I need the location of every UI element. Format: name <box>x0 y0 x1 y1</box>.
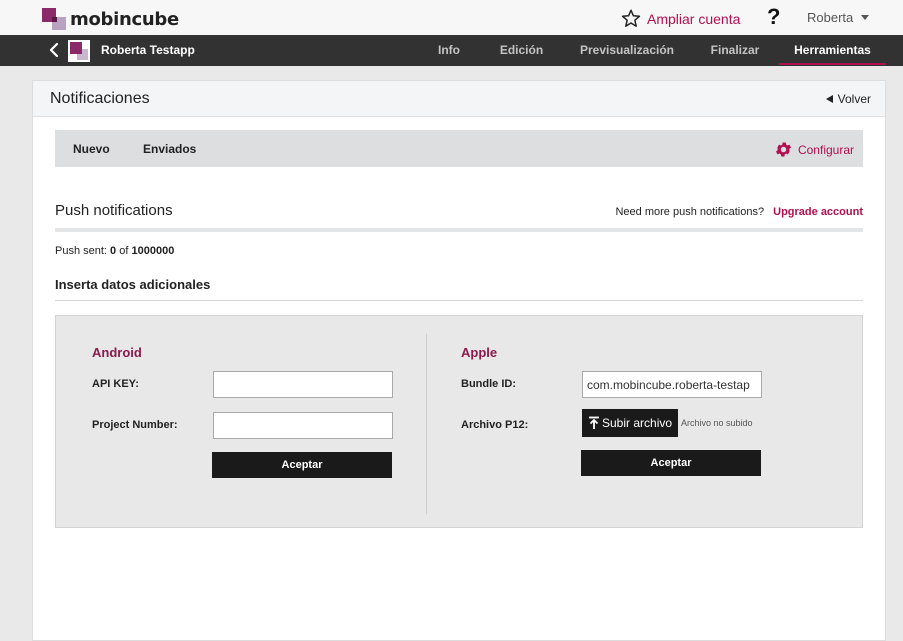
push-sent-counter: Push sent: 0 of 1000000 <box>55 245 174 257</box>
push-sent-count: 0 <box>110 245 117 257</box>
apple-submit-button[interactable]: Aceptar <box>581 450 761 476</box>
configure-button[interactable]: Configurar <box>774 140 854 159</box>
brand-logo-icon <box>42 8 66 30</box>
need-more-text: Need more push notifications? Upgrade ac… <box>615 206 863 218</box>
back-button-label: Volver <box>837 92 871 106</box>
brand-logo[interactable]: mobincube <box>42 6 179 30</box>
user-name: Roberta <box>807 10 854 25</box>
credentials-box: Android API KEY: Project Number: Aceptar… <box>55 315 863 528</box>
push-notifications-title: Push notifications <box>55 202 173 219</box>
configure-label: Configurar <box>797 142 854 157</box>
upload-status: Archivo no subido <box>681 418 753 428</box>
tab-herramientas[interactable]: Herramientas <box>779 35 886 66</box>
upload-file-button[interactable]: Subir archivo <box>582 409 679 437</box>
main-tabs: Info Edición Previsualización Finalizar … <box>0 35 903 66</box>
tab-edicion[interactable]: Edición <box>495 35 548 66</box>
tab-previsualizacion[interactable]: Previsualización <box>576 35 678 66</box>
tab-finalizar[interactable]: Finalizar <box>704 35 766 66</box>
notifications-subnav: Nuevo Enviados Configurar <box>55 130 863 167</box>
upgrade-account-link[interactable]: Upgrade account <box>773 206 863 218</box>
gear-icon <box>775 142 791 157</box>
page-title: Notificaciones <box>50 90 150 107</box>
push-sent-of: of <box>119 245 129 257</box>
push-sent-limit: 1000000 <box>131 245 175 257</box>
upgrade-account-label: Ampliar cuenta <box>647 10 741 27</box>
divider <box>55 300 863 301</box>
apple-section-title: Apple <box>461 345 498 360</box>
help-icon[interactable]: ? <box>767 4 780 30</box>
bundle-id-label: Bundle ID: <box>461 378 516 390</box>
upload-file-label: Subir archivo <box>602 416 673 430</box>
need-more-label: Need more push notifications? <box>615 206 765 218</box>
bundle-id-input[interactable] <box>582 371 762 398</box>
back-arrow-icon <box>825 95 833 103</box>
chevron-down-icon <box>861 15 870 20</box>
api-key-input[interactable] <box>213 371 393 398</box>
divider <box>55 228 863 232</box>
api-key-label: API KEY: <box>92 378 139 390</box>
tab-info[interactable]: Info <box>430 35 468 66</box>
panel-header: Notificaciones Volver <box>33 81 885 117</box>
extra-data-title: Inserta datos adicionales <box>55 277 211 292</box>
upload-icon <box>589 416 599 429</box>
android-submit-button[interactable]: Aceptar <box>212 452 392 478</box>
p12-file-label: Archivo P12: <box>461 419 529 431</box>
app-navbar: Roberta Testapp Info Edición Previsualiz… <box>0 35 903 66</box>
upgrade-account-button[interactable]: Ampliar cuenta <box>621 9 740 28</box>
push-sent-label: Push sent: <box>55 245 107 257</box>
back-button[interactable]: Volver <box>825 92 871 106</box>
subtab-enviados[interactable]: Enviados <box>143 142 196 156</box>
project-number-label: Project Number: <box>92 419 178 431</box>
project-number-input[interactable] <box>213 412 393 439</box>
android-section-title: Android <box>92 345 142 360</box>
top-header: mobincube Ampliar cuenta ? Roberta <box>0 0 903 35</box>
brand-name: mobincube <box>70 9 179 30</box>
star-icon <box>621 9 641 27</box>
user-menu[interactable]: Roberta <box>807 10 870 25</box>
notifications-panel: Notificaciones Volver Nuevo Enviados Con… <box>32 80 886 641</box>
section-divider <box>426 334 427 514</box>
subtab-nuevo[interactable]: Nuevo <box>73 142 110 156</box>
